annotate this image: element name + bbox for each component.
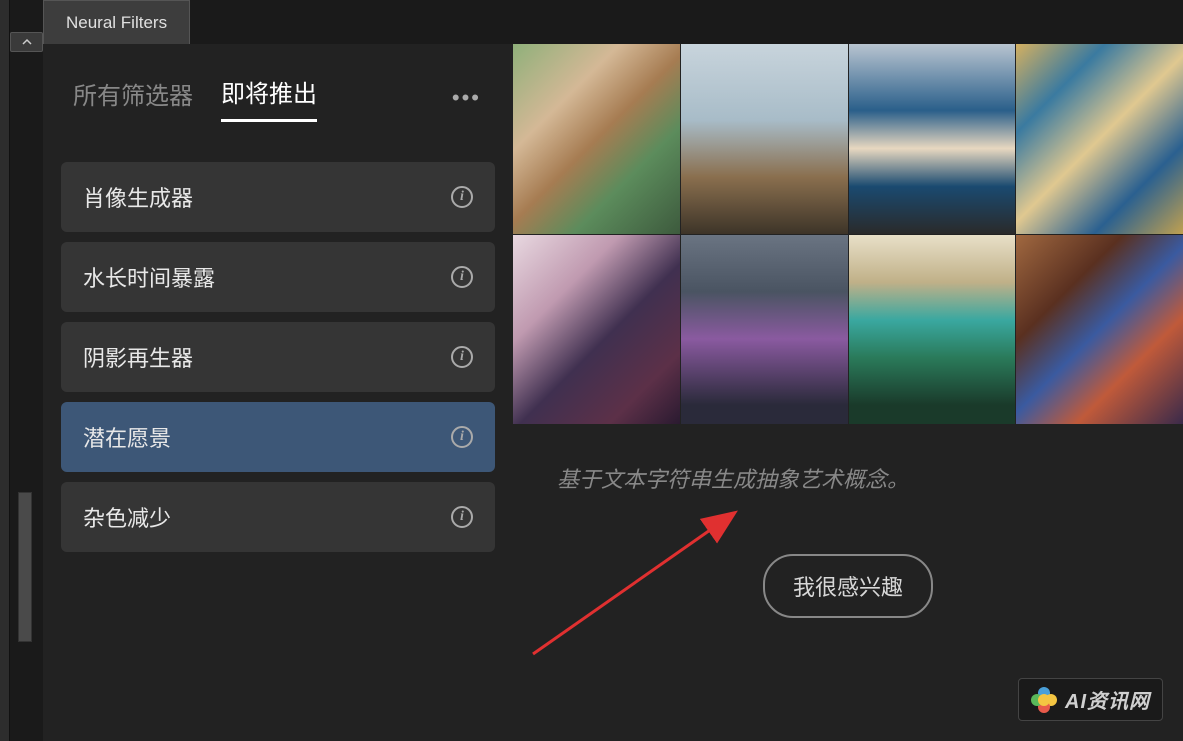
filter-item-latent-vision[interactable]: 潜在愿景 i — [61, 402, 495, 472]
preview-thumbnail — [849, 44, 1016, 234]
preview-thumbnail — [681, 44, 848, 234]
info-icon[interactable]: i — [451, 186, 473, 208]
filter-item-label: 肖像生成器 — [83, 181, 193, 213]
info-icon[interactable]: i — [451, 506, 473, 528]
watermark-logo-icon — [1031, 687, 1057, 713]
panel-collapse-toggle[interactable] — [10, 32, 43, 52]
filter-item-label: 阴影再生器 — [83, 341, 193, 373]
info-icon[interactable]: i — [451, 346, 473, 368]
info-icon[interactable]: i — [451, 266, 473, 288]
sidebar-subtabs: 所有筛选器 即将推出 ••• — [61, 74, 495, 122]
annotation-arrow — [523, 464, 763, 664]
preview-thumbnail — [1016, 235, 1183, 425]
neural-filters-panel: 所有筛选器 即将推出 ••• 肖像生成器 i 水长时间暴露 i 阴影再生器 i … — [43, 44, 1183, 741]
filter-description: 基于文本字符串生成抽象艺术概念。 — [557, 462, 1183, 494]
preview-thumbnail — [1016, 44, 1183, 234]
filter-item-label: 水长时间暴露 — [83, 261, 215, 293]
more-options-icon[interactable]: ••• — [452, 85, 481, 111]
preview-thumbnail — [513, 44, 680, 234]
preview-thumbnail — [849, 235, 1016, 425]
filter-item-water-long-exposure[interactable]: 水长时间暴露 i — [61, 242, 495, 312]
watermark-text: AI资讯网 — [1065, 685, 1150, 714]
subtab-coming-soon[interactable]: 即将推出 — [221, 74, 317, 122]
interested-button[interactable]: 我很感兴趣 — [763, 554, 933, 618]
filter-item-label: 潜在愿景 — [83, 421, 171, 453]
filter-item-portrait-generator[interactable]: 肖像生成器 i — [61, 162, 495, 232]
filter-item-shadow-regenerator[interactable]: 阴影再生器 i — [61, 322, 495, 392]
filters-sidebar: 所有筛选器 即将推出 ••• 肖像生成器 i 水长时间暴露 i 阴影再生器 i … — [43, 44, 513, 741]
app-left-rail — [0, 0, 10, 741]
filter-list: 肖像生成器 i 水长时间暴露 i 阴影再生器 i 潜在愿景 i 杂色减少 i — [61, 162, 495, 552]
chevron-up-icon — [22, 37, 32, 47]
filter-item-label: 杂色减少 — [83, 501, 171, 533]
preview-thumbnail — [513, 235, 680, 425]
filter-detail-pane: 基于文本字符串生成抽象艺术概念。 我很感兴趣 AI资讯网 — [513, 44, 1183, 741]
preview-thumbnail — [681, 235, 848, 425]
left-scrollbar-segment[interactable] — [18, 492, 32, 642]
watermark-badge: AI资讯网 — [1018, 678, 1163, 721]
tab-neural-filters[interactable]: Neural Filters — [43, 0, 190, 44]
panel-tab-bar: Neural Filters — [43, 0, 190, 44]
subtab-all-filters[interactable]: 所有筛选器 — [73, 76, 193, 121]
preview-gallery — [513, 44, 1183, 424]
info-icon[interactable]: i — [451, 426, 473, 448]
filter-item-noise-reduction[interactable]: 杂色减少 i — [61, 482, 495, 552]
